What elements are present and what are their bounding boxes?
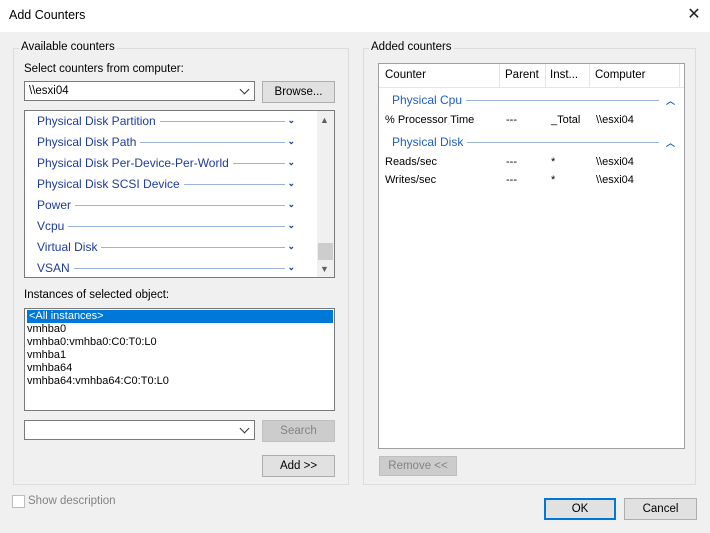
counter-item-label: Physical Disk Path bbox=[37, 135, 141, 149]
scrollbar-thumb[interactable] bbox=[318, 243, 333, 260]
chevron-down-icon[interactable]: ⌄ bbox=[287, 262, 295, 273]
group-header-label[interactable]: Physical Disk bbox=[392, 135, 468, 149]
instances-list[interactable]: <All instances> vmhba0 vmhba0:vmhba0:C0:… bbox=[24, 308, 335, 411]
added-counters-table[interactable]: Counter Parent Inst... Computer Physical… bbox=[378, 63, 685, 449]
instance-item[interactable]: vmhba1 bbox=[27, 349, 66, 362]
group-header-label[interactable]: Physical Cpu bbox=[392, 93, 467, 107]
counter-item[interactable]: Virtual Disk ⌄ bbox=[25, 237, 307, 258]
ok-button[interactable]: OK bbox=[544, 498, 616, 520]
instance-item[interactable]: <All instances> bbox=[27, 310, 333, 323]
column-divider[interactable] bbox=[545, 64, 546, 88]
computer-combobox-value: \\esxi04 bbox=[29, 85, 69, 97]
chevron-down-icon[interactable]: ⌄ bbox=[287, 241, 295, 252]
search-combobox[interactable] bbox=[24, 420, 255, 440]
chevron-down-icon[interactable]: ⌄ bbox=[287, 220, 295, 231]
scroll-down-icon[interactable]: ▼ bbox=[320, 264, 329, 274]
table-cell[interactable]: \\esxi04 bbox=[596, 156, 634, 168]
column-header-parent[interactable]: Parent bbox=[505, 64, 539, 86]
counter-item[interactable]: VSAN ⌄ bbox=[25, 258, 307, 277]
counter-item[interactable]: Physical Disk Per-Device-Per-World ⌄ bbox=[25, 153, 307, 174]
table-cell[interactable]: * bbox=[551, 174, 555, 186]
chevron-down-icon[interactable]: ⌄ bbox=[287, 115, 295, 126]
counter-item[interactable]: Physical Disk Partition ⌄ bbox=[25, 111, 307, 132]
computer-combobox[interactable]: \\esxi04 bbox=[24, 81, 255, 101]
chevron-up-icon[interactable]: ︿ bbox=[666, 94, 675, 107]
counters-list[interactable]: Physical Disk Partition ⌄ Physical Disk … bbox=[24, 110, 335, 278]
available-counters-legend: Available counters bbox=[19, 41, 117, 53]
column-header-instance[interactable]: Inst... bbox=[550, 64, 578, 86]
instances-label: Instances of selected object: bbox=[24, 289, 170, 301]
column-header-computer[interactable]: Computer bbox=[595, 64, 646, 86]
divider bbox=[37, 226, 285, 227]
table-cell[interactable]: --- bbox=[506, 156, 517, 168]
table-cell[interactable]: _Total bbox=[551, 114, 580, 126]
instance-item[interactable]: vmhba64 bbox=[27, 362, 72, 375]
window-title: Add Counters bbox=[9, 8, 86, 22]
column-divider[interactable] bbox=[589, 64, 590, 88]
select-computer-label: Select counters from computer: bbox=[24, 63, 184, 75]
counter-item-label: Physical Disk Partition bbox=[37, 114, 160, 128]
table-cell[interactable]: * bbox=[551, 156, 555, 168]
column-divider[interactable] bbox=[679, 64, 680, 88]
instance-item[interactable]: vmhba0:vmhba0:C0:T0:L0 bbox=[27, 336, 157, 349]
counters-scrollbar[interactable]: ▲ ▼ bbox=[317, 111, 334, 277]
counter-item-label: Virtual Disk bbox=[37, 240, 102, 254]
divider bbox=[37, 268, 285, 269]
counter-item-label: Physical Disk SCSI Device bbox=[37, 177, 184, 191]
title-bar: Add Counters ✕ bbox=[0, 0, 710, 32]
show-description-checkbox[interactable] bbox=[12, 495, 25, 508]
table-cell[interactable]: --- bbox=[506, 114, 517, 126]
column-divider[interactable] bbox=[499, 64, 500, 88]
chevron-down-icon[interactable]: ⌄ bbox=[287, 136, 295, 147]
counter-item[interactable]: Physical Disk SCSI Device ⌄ bbox=[25, 174, 307, 195]
browse-button[interactable]: Browse... bbox=[262, 81, 335, 103]
chevron-down-icon bbox=[239, 84, 250, 95]
table-header: Counter Parent Inst... Computer bbox=[379, 64, 684, 88]
table-cell[interactable]: % Processor Time bbox=[385, 114, 474, 126]
add-button[interactable]: Add >> bbox=[262, 455, 335, 477]
table-cell[interactable]: Reads/sec bbox=[385, 156, 437, 168]
table-cell[interactable]: \\esxi04 bbox=[596, 114, 634, 126]
table-cell[interactable]: Writes/sec bbox=[385, 174, 436, 186]
instance-item[interactable]: vmhba0 bbox=[27, 323, 66, 336]
counter-item[interactable]: Power ⌄ bbox=[25, 195, 307, 216]
counter-item[interactable]: Vcpu ⌄ bbox=[25, 216, 307, 237]
instance-item[interactable]: vmhba64:vmhba64:C0:T0:L0 bbox=[27, 375, 169, 388]
close-icon[interactable]: ✕ bbox=[684, 5, 704, 25]
column-header-counter[interactable]: Counter bbox=[385, 64, 426, 86]
table-cell[interactable]: --- bbox=[506, 174, 517, 186]
counter-item[interactable]: Physical Disk Path ⌄ bbox=[25, 132, 307, 153]
added-counters-legend: Added counters bbox=[369, 41, 454, 53]
counter-item-label: Vcpu bbox=[37, 219, 69, 233]
chevron-down-icon[interactable]: ⌄ bbox=[287, 199, 295, 210]
cancel-button[interactable]: Cancel bbox=[624, 498, 697, 520]
chevron-down-icon[interactable]: ⌄ bbox=[287, 157, 295, 168]
chevron-down-icon bbox=[239, 423, 250, 434]
chevron-down-icon[interactable]: ⌄ bbox=[287, 178, 295, 189]
counters-list-body: Physical Disk Partition ⌄ Physical Disk … bbox=[25, 111, 317, 277]
chevron-up-icon[interactable]: ︿ bbox=[666, 136, 675, 149]
remove-button[interactable]: Remove << bbox=[379, 456, 457, 476]
scroll-up-icon[interactable]: ▲ bbox=[320, 115, 329, 125]
search-button[interactable]: Search bbox=[262, 420, 335, 442]
counter-item-label: Physical Disk Per-Device-Per-World bbox=[37, 156, 233, 170]
counter-item-label: VSAN bbox=[37, 261, 74, 275]
counter-item-label: Power bbox=[37, 198, 76, 212]
table-cell[interactable]: \\esxi04 bbox=[596, 174, 634, 186]
show-description-label: Show description bbox=[28, 495, 116, 507]
